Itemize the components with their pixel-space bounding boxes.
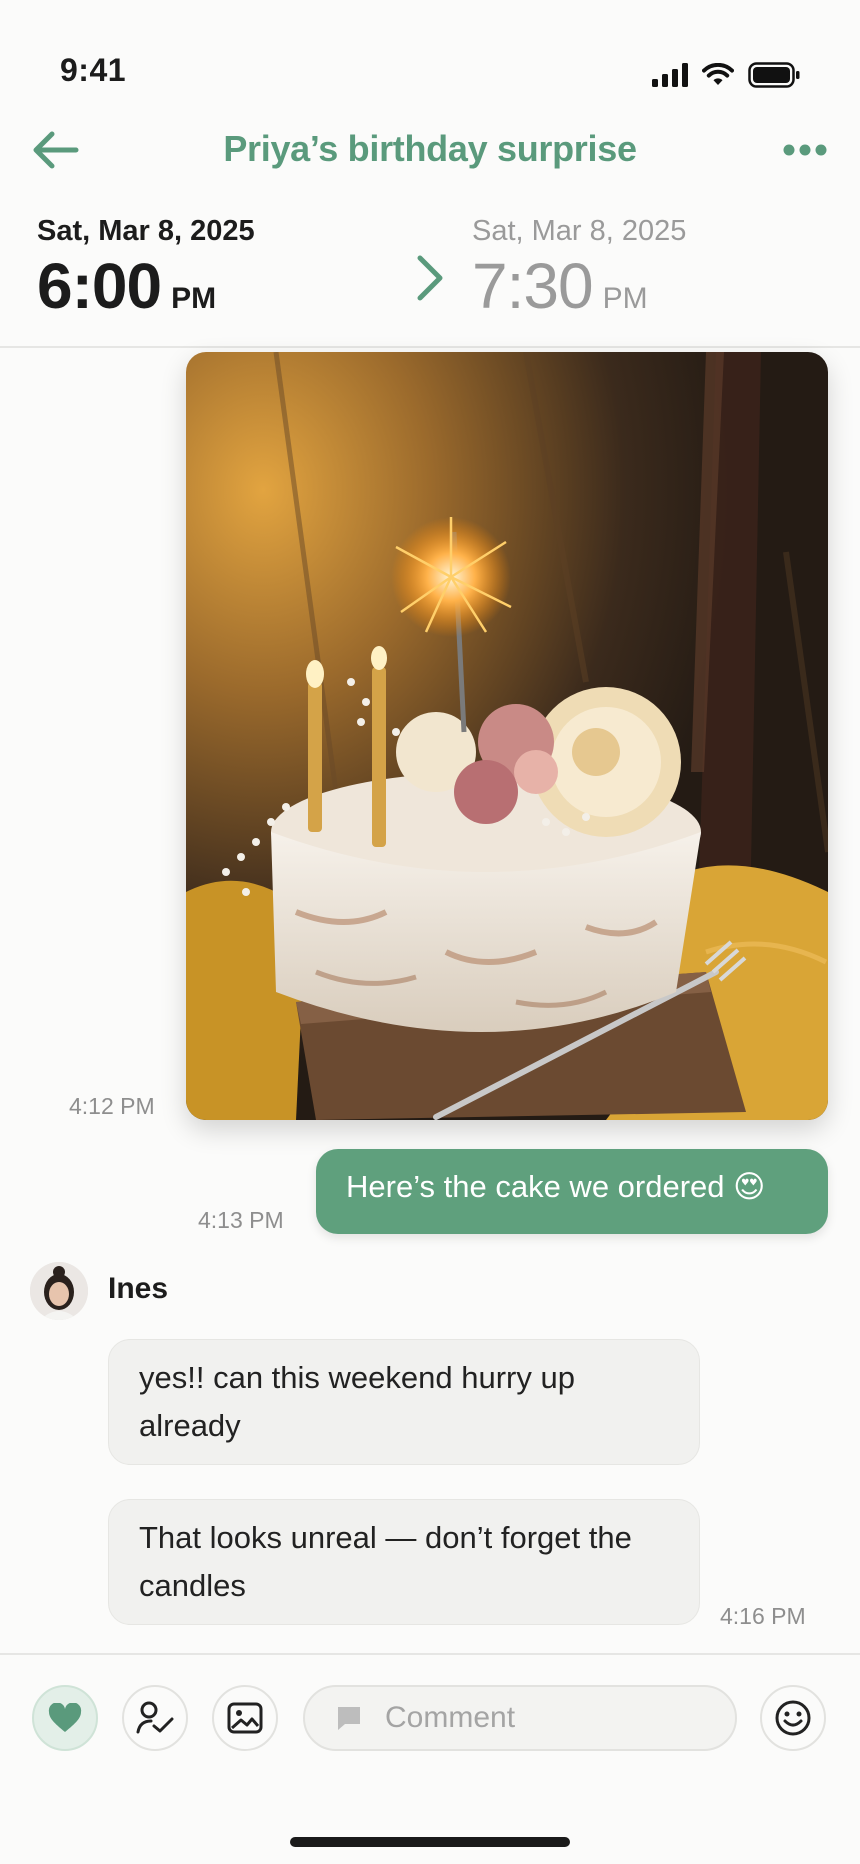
signal-icon xyxy=(652,63,688,87)
ellipsis-icon xyxy=(783,144,827,156)
cake-image xyxy=(186,352,828,1120)
assign-button[interactable] xyxy=(122,1685,188,1751)
person-check-icon xyxy=(136,1701,174,1734)
message-timestamp: 4:12 PM xyxy=(69,1093,155,1119)
more-options-button[interactable] xyxy=(780,134,830,166)
emoji-button[interactable] xyxy=(760,1685,826,1751)
chat-bubble-icon xyxy=(338,1707,360,1730)
comment-input[interactable]: Comment xyxy=(303,1685,737,1751)
heart-icon xyxy=(48,1703,82,1732)
end-datetime[interactable]: Sat, Mar 8, 2025 7:30 PM xyxy=(472,215,686,318)
home-indicator[interactable] xyxy=(290,1837,570,1847)
avatar[interactable] xyxy=(30,1262,88,1320)
comment-placeholder: Comment xyxy=(385,1701,516,1734)
image-icon xyxy=(227,1702,263,1734)
battery-icon xyxy=(748,62,800,88)
header-divider xyxy=(0,346,860,348)
end-date: Sat, Mar 8, 2025 xyxy=(472,215,687,247)
incoming-message-bubble[interactable]: That looks unreal — don’t forget the can… xyxy=(108,1499,700,1625)
input-divider xyxy=(0,1653,860,1655)
start-datetime[interactable]: Sat, Mar 8, 2025 6:00 PM xyxy=(37,215,255,318)
end-ampm: PM xyxy=(602,282,648,315)
add-image-button[interactable] xyxy=(212,1685,278,1751)
avatar-image xyxy=(30,1262,88,1320)
start-ampm: PM xyxy=(171,282,217,315)
page-title: Priya’s birthday surprise xyxy=(223,128,637,169)
status-time: 9:41 xyxy=(60,52,127,88)
sender-name: Ines xyxy=(108,1272,169,1305)
incoming-message-bubble[interactable]: yes!! can this weekend hurry up already xyxy=(108,1339,700,1465)
start-time: 6:00 xyxy=(37,250,162,322)
message-timestamp: 4:13 PM xyxy=(198,1207,284,1233)
message-timestamp: 4:16 PM xyxy=(720,1603,806,1629)
wifi-icon xyxy=(702,63,734,85)
end-time: 7:30 xyxy=(472,250,594,322)
like-button[interactable] xyxy=(32,1685,98,1751)
chevron-right-icon xyxy=(417,255,443,301)
outgoing-message-bubble[interactable]: Here’s the cake we ordered 😍 xyxy=(316,1149,828,1234)
cake-photo[interactable] xyxy=(186,352,828,1120)
smiley-icon xyxy=(775,1700,811,1736)
start-date: Sat, Mar 8, 2025 xyxy=(37,215,255,247)
status-icons xyxy=(652,62,800,88)
